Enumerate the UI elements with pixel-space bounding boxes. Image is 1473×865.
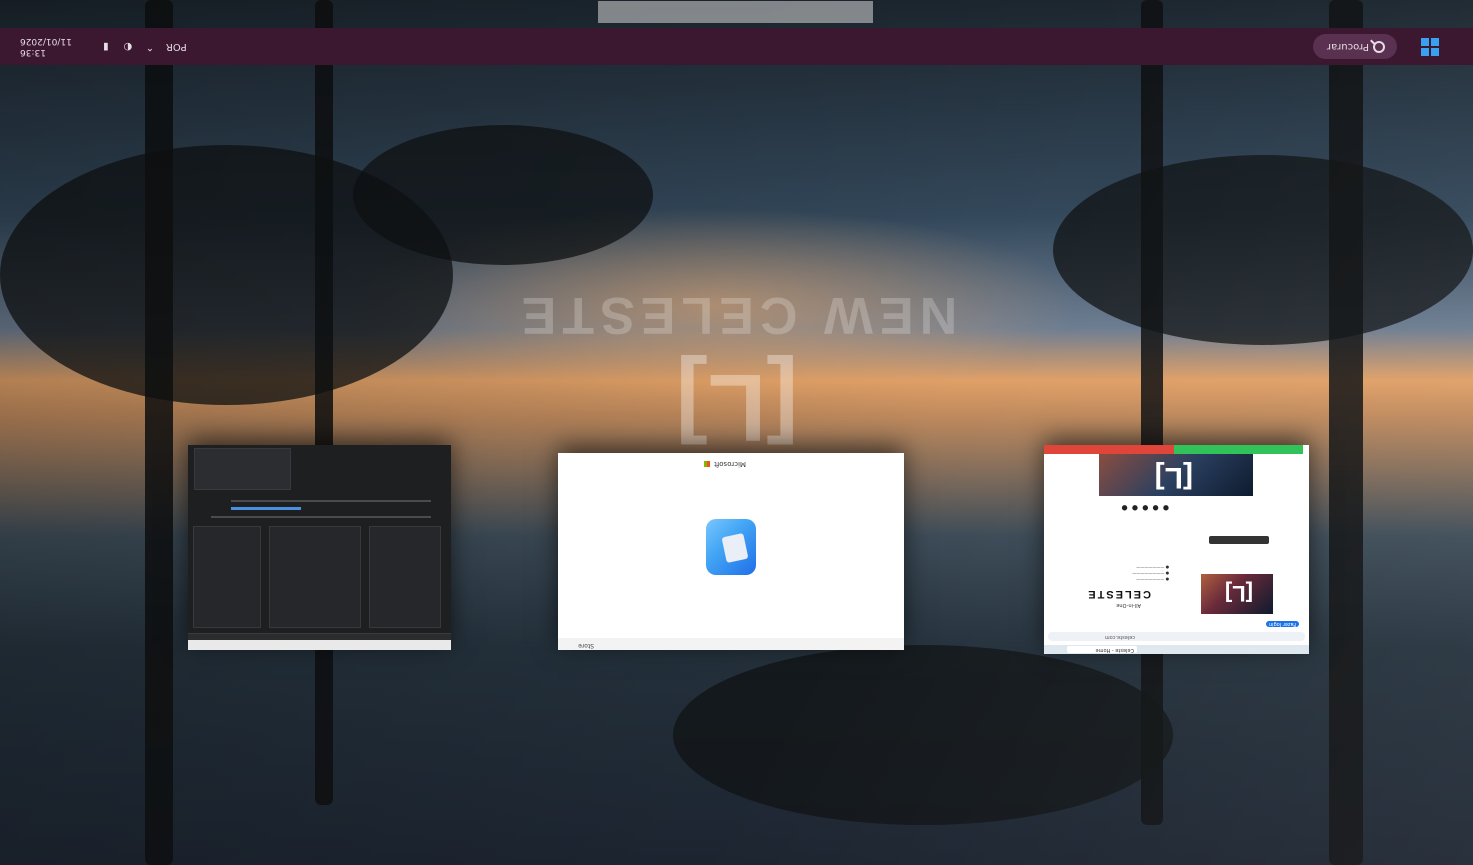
editor-titlebar [188,640,451,650]
network-icon[interactable]: ◐ [122,41,134,53]
browser-login-button[interactable]: Fazer login [1265,621,1299,627]
language-indicator[interactable]: POR [166,41,187,52]
browser-product-image: [L] [1201,574,1273,614]
browser-banner-logo: [L] [1154,461,1193,494]
search-icon [1373,41,1385,53]
browser-green-bar [1174,445,1303,454]
editor-panel [193,526,261,628]
desktop-screen: [L] NEW CELESTE Store Microsoft Celeste … [0,0,1473,865]
browser-carousel-dots[interactable]: ● ● ● ● ● [1121,504,1169,512]
window-thumbnail-browser[interactable]: Celeste - Home celeste.com Fazer login [… [1044,445,1309,654]
browser-address-text: celeste.com [1104,634,1135,640]
browser-feature-list: ● ——————— ● ———————— ● ——————— [1132,565,1169,582]
chevron-up-icon[interactable]: ⌃ [144,41,156,53]
microsoft-logo-icon [703,461,710,467]
search-label: Procurar [1326,41,1369,52]
editor-timeline [211,516,431,518]
browser-tab[interactable]: Celeste - Home [1067,646,1137,653]
browser-red-bar [1044,445,1174,454]
store-titlebar: Store [558,638,904,650]
browser-subheading: All-in-One [1116,602,1141,608]
editor-panel [369,526,441,628]
wallpaper-overlay-text: NEW CELESTE [515,286,958,344]
clock[interactable]: 13:36 11/01/2026 [20,36,72,58]
store-title: Store [578,642,594,649]
windows-start-icon[interactable] [1421,38,1439,56]
editor-panel [194,448,291,490]
window-thumbnail-editor[interactable] [188,445,451,650]
top-blurred-title [598,1,873,23]
store-app-icon-inner [721,532,749,564]
battery-icon[interactable]: ▮ [100,41,112,53]
editor-timeline [231,500,431,502]
browser-desk-image [1209,536,1269,544]
window-thumbnail-store[interactable]: Store Microsoft [558,453,904,650]
editor-timeline-selection [231,507,301,510]
wallpaper-logo: [L] [675,354,799,461]
browser-address-bar[interactable]: celeste.com Fazer login [1048,621,1305,641]
store-publisher-label: Microsoft [714,460,746,468]
editor-panel [269,526,361,628]
browser-heading: CELESTE [1086,588,1151,600]
browser-tabbar: Celeste - Home [1044,645,1309,654]
clock-date: 11/01/2026 [20,36,72,47]
editor-menubar [188,633,451,640]
taskbar: Procurar POR ⌃ ◐ ▮ 13:36 11/01/2026 [0,28,1473,65]
taskbar-search-button[interactable]: Procurar [1313,34,1397,59]
browser-banner-image: [L] [1099,454,1253,496]
store-publisher: Microsoft [703,460,746,468]
store-app-icon [706,519,756,575]
browser-product-logo: [L] [1224,581,1253,606]
system-tray: POR ⌃ ◐ ▮ 13:36 11/01/2026 [20,28,187,65]
clock-time: 13:36 [20,47,46,58]
